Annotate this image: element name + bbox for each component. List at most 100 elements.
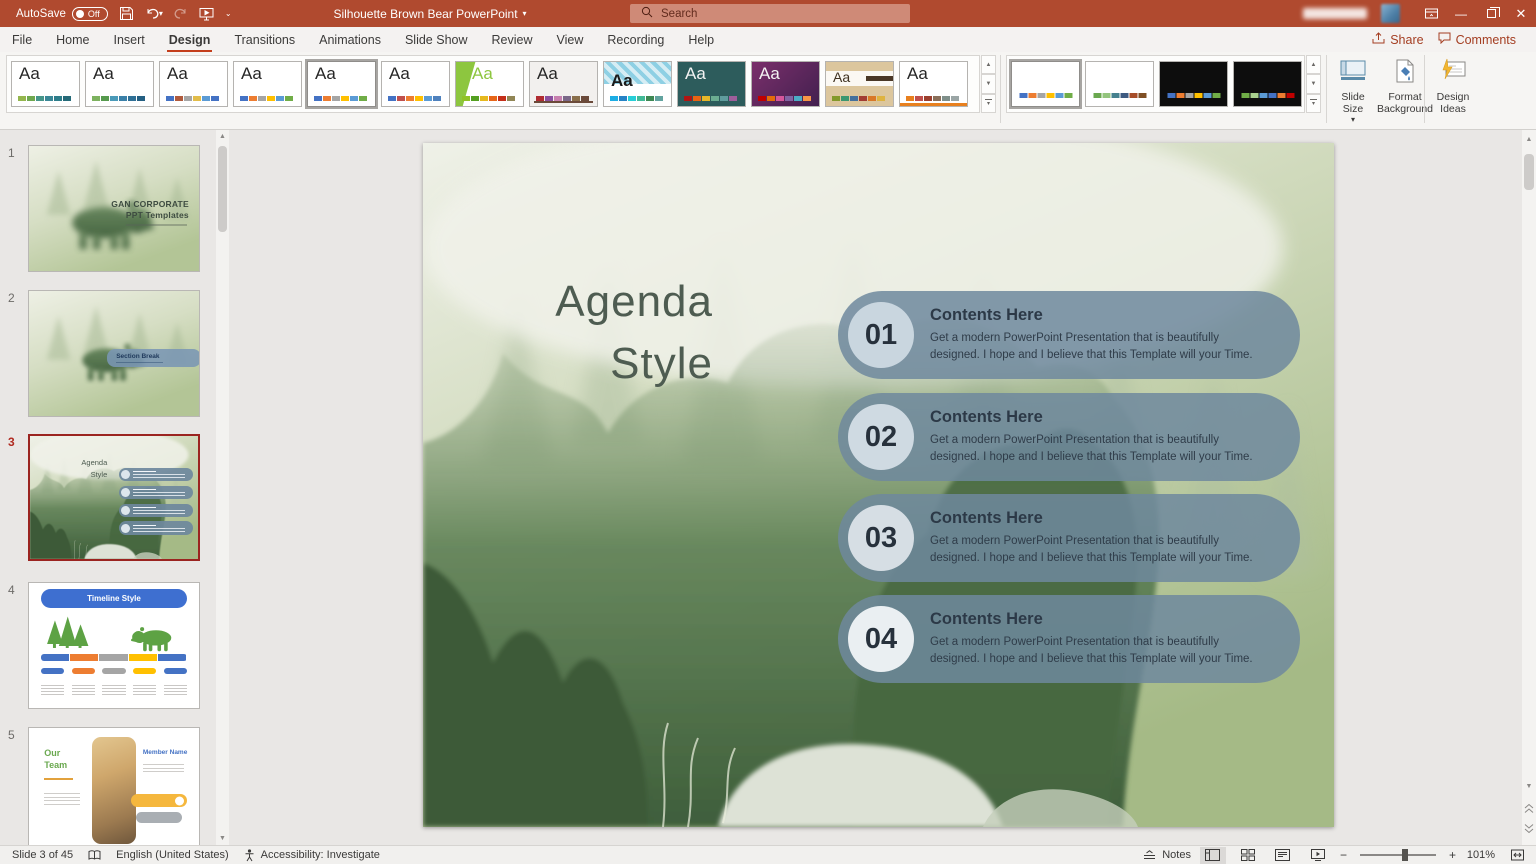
zoom-out-icon[interactable]: − (1340, 848, 1347, 862)
slide-size-button[interactable]: Slide Size▾ (1332, 56, 1374, 128)
group-separator (1326, 55, 1327, 123)
undo-icon[interactable]: ▾ (145, 7, 163, 20)
tab-slide-show[interactable]: Slide Show (393, 27, 480, 52)
agenda-item-02[interactable]: 02Contents HereGet a modern PowerPoint P… (838, 393, 1300, 481)
slide-thumbnail-2[interactable]: Section Break 2 (28, 290, 200, 417)
slide-indicator[interactable]: Slide 3 of 45 (12, 849, 73, 861)
search-input[interactable] (661, 8, 861, 20)
agenda-item-01[interactable]: 01Contents HereGet a modern PowerPoint P… (838, 291, 1300, 379)
comments-button[interactable]: Comments (1438, 32, 1516, 47)
themes-more-icon[interactable]: ▾ (981, 94, 996, 113)
tab-transitions[interactable]: Transitions (222, 27, 307, 52)
theme-thumbnail-1[interactable]: Aa (11, 61, 80, 107)
restore-button[interactable] (1476, 0, 1506, 27)
agenda-item-heading: Contents Here (930, 306, 1265, 325)
variants-scroll-up-icon[interactable]: ▲ (1306, 55, 1321, 74)
variant-thumbnail-3[interactable] (1159, 61, 1228, 107)
view-slide-sorter-button[interactable] (1235, 847, 1261, 864)
autosave-switch[interactable]: Off (72, 7, 108, 21)
thumb-scrollbar-thumb[interactable] (218, 146, 227, 232)
theme-thumbnail-8[interactable]: Aa (529, 61, 598, 107)
customize-qat-icon[interactable]: ⌄ (225, 10, 232, 18)
variant-thumbnail-2[interactable] (1085, 61, 1154, 107)
slide-canvas[interactable]: AgendaStyle 01Contents HereGet a modern … (423, 143, 1334, 827)
view-reading-button[interactable] (1270, 847, 1296, 864)
slide-thumbnail-4[interactable]: Timeline Style 4 (28, 582, 200, 709)
tab-review[interactable]: Review (480, 27, 545, 52)
themes-scroll-up-icon[interactable]: ▲ (981, 55, 996, 74)
accessibility-status[interactable]: Accessibility: Investigate (244, 849, 380, 862)
thumb-scroll-down-icon[interactable]: ▼ (216, 832, 229, 845)
slide-thumbnail-3[interactable]: AgendaStyle 3 (28, 434, 200, 561)
thumbnail-preview[interactable]: GAN CORPORATEPPT Templates (28, 145, 200, 272)
theme-thumbnail-12[interactable]: Aa (825, 61, 894, 107)
avatar[interactable] (1381, 4, 1400, 23)
canvas-scroll-up-icon[interactable]: ▲ (1522, 132, 1536, 146)
tab-help[interactable]: Help (676, 27, 726, 52)
language-indicator[interactable]: English (United States) (116, 849, 229, 861)
view-slideshow-button[interactable] (1305, 847, 1331, 864)
thumbnail-preview[interactable]: Section Break (28, 290, 200, 417)
redo-icon[interactable] (174, 7, 188, 20)
view-normal-button[interactable] (1200, 847, 1226, 864)
slide-thumbnail-5[interactable]: OurTeamMember Name 5 (28, 727, 200, 845)
zoom-slider[interactable] (1360, 854, 1436, 856)
thumbnail-preview[interactable]: OurTeamMember Name (28, 727, 200, 845)
tab-insert[interactable]: Insert (102, 27, 157, 52)
agenda-item-04[interactable]: 04Contents HereGet a modern PowerPoint P… (838, 595, 1300, 683)
tab-view[interactable]: View (545, 27, 596, 52)
theme-thumbnail-10[interactable]: Aa (677, 61, 746, 107)
thumb-scroll-up-icon[interactable]: ▲ (216, 130, 229, 143)
themes-scroll-down-icon[interactable]: ▼ (981, 74, 996, 93)
zoom-slider-handle[interactable] (1402, 849, 1408, 861)
theme-thumbnail-9[interactable]: Aa (603, 61, 672, 107)
close-button[interactable]: ✕ (1506, 0, 1536, 27)
agenda-item-03[interactable]: 03Contents HereGet a modern PowerPoint P… (838, 494, 1300, 582)
slide-thumbnail-1[interactable]: GAN CORPORATEPPT Templates 1 (28, 145, 200, 272)
share-button[interactable]: Share (1372, 32, 1423, 47)
zoom-in-icon[interactable]: + (1449, 848, 1456, 862)
start-slideshow-icon[interactable] (199, 7, 214, 21)
next-slide-icon[interactable] (1522, 821, 1536, 835)
tab-home[interactable]: Home (44, 27, 101, 52)
theme-thumbnail-7[interactable]: Aa (455, 61, 524, 107)
theme-thumbnail-13[interactable]: Aa (899, 61, 968, 107)
minimize-button[interactable]: — (1446, 0, 1476, 27)
title-dropdown-icon[interactable]: ▾ (523, 10, 527, 18)
variants-scroll-down-icon[interactable]: ▼ (1306, 74, 1321, 93)
thumbnail-scrollbar[interactable]: ▲ ▼ (216, 130, 229, 845)
save-icon[interactable] (119, 6, 134, 21)
ribbon-tabs: FileHomeInsertDesignTransitionsAnimation… (0, 27, 726, 52)
theme-sample-text: Aa (759, 64, 780, 84)
tab-recording[interactable]: Recording (595, 27, 676, 52)
theme-thumbnail-6[interactable]: Aa (381, 61, 450, 107)
canvas-scrollbar[interactable]: ▲ ▼ (1522, 130, 1536, 845)
slide-title[interactable]: AgendaStyle (483, 271, 713, 395)
notes-button[interactable]: Notes (1143, 849, 1191, 861)
variant-thumbnail-4[interactable] (1233, 61, 1302, 107)
autosave-toggle[interactable]: AutoSave Off (16, 7, 108, 21)
variants-more-icon[interactable]: ▾ (1306, 94, 1321, 113)
canvas-scroll-down-icon[interactable]: ▼ (1522, 779, 1536, 793)
tab-file[interactable]: File (0, 27, 44, 52)
thumbnail-preview[interactable]: AgendaStyle (28, 434, 200, 561)
previous-slide-icon[interactable] (1522, 801, 1536, 815)
canvas-scrollbar-thumb[interactable] (1524, 154, 1534, 190)
variant-thumbnail-1[interactable] (1011, 61, 1080, 107)
theme-thumbnail-3[interactable]: Aa (159, 61, 228, 107)
fit-slide-icon[interactable] (1504, 847, 1530, 864)
theme-thumbnail-4[interactable]: Aa (233, 61, 302, 107)
agenda-number-badge: 03 (848, 505, 914, 571)
search-box[interactable] (630, 4, 910, 23)
tab-animations[interactable]: Animations (307, 27, 393, 52)
ribbon-display-options-icon[interactable] (1416, 0, 1446, 27)
theme-thumbnail-11[interactable]: Aa (751, 61, 820, 107)
theme-thumbnail-2[interactable]: Aa (85, 61, 154, 107)
zoom-level[interactable]: 101% (1465, 849, 1495, 861)
format-background-button[interactable]: Format Background (1376, 56, 1434, 128)
tab-design[interactable]: Design (157, 27, 223, 52)
theme-thumbnail-5[interactable]: Aa (307, 61, 376, 107)
thumbnail-preview[interactable]: Timeline Style (28, 582, 200, 709)
design-ideas-button[interactable]: Design Ideas (1428, 56, 1478, 128)
spellcheck-icon[interactable] (88, 850, 101, 861)
